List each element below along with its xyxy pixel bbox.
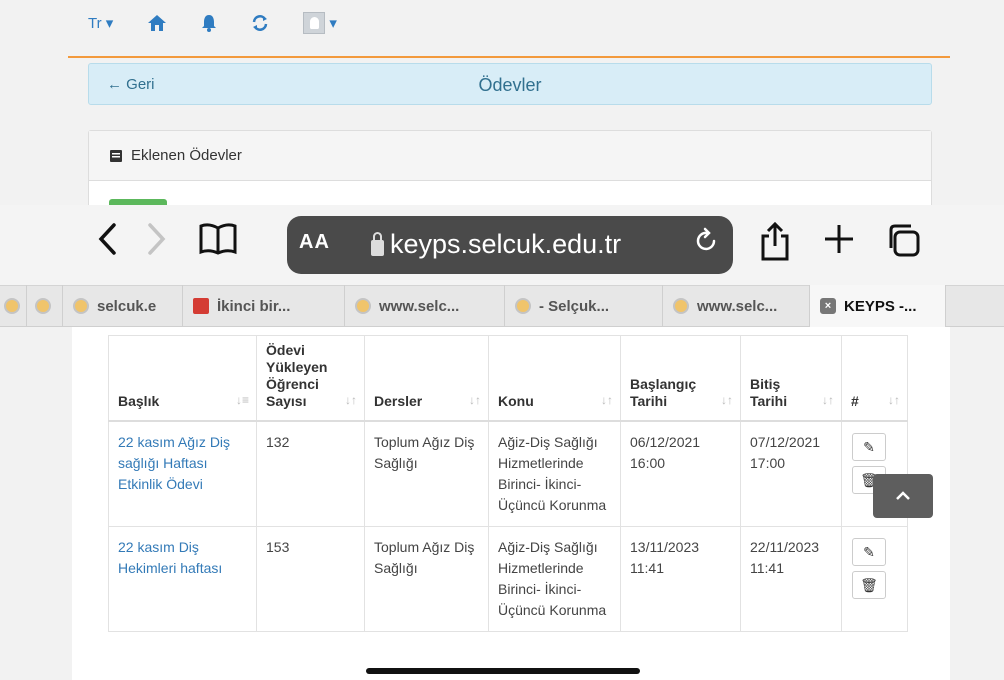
delete-button[interactable]: 🗑 — [852, 571, 886, 599]
row-start-date: 06/12/2021 16:00 — [620, 420, 741, 527]
page-title: Ödevler — [478, 75, 542, 95]
row-title-link[interactable]: 22 kasım Ağız Diş sağlığı Haftası Etkinl… — [108, 420, 257, 527]
col-actions[interactable]: # ↓↑ — [841, 335, 908, 422]
forward-arrow-icon[interactable] — [146, 222, 168, 262]
row-topic: Ağiz-Diş Sağlığı Hizmetlerinde Birinci- … — [488, 420, 621, 527]
home-indicator[interactable] — [366, 668, 640, 674]
avatar — [303, 12, 326, 34]
tab-collapsed[interactable] — [0, 285, 27, 327]
tab-selcuk-2[interactable]: - Selçuk... — [505, 285, 663, 327]
scroll-to-top-button[interactable] — [873, 474, 933, 518]
tabs-overview-icon[interactable] — [885, 222, 921, 264]
globe-icon — [73, 298, 89, 314]
url-text: keyps.selcuk.edu.tr — [371, 229, 621, 260]
row-course: Toplum Ağız Diş Sağlığı — [364, 526, 489, 632]
row-count: 153 — [256, 526, 365, 632]
row-count: 132 — [256, 420, 365, 527]
book-icon — [110, 149, 122, 162]
col-konu[interactable]: Konu ↓↑ — [488, 335, 621, 422]
tab-collapsed-2[interactable] — [27, 285, 63, 327]
globe-icon — [4, 298, 20, 314]
table-row: 22 kasım Ağız Diş sağlığı Haftası Etkinl… — [108, 420, 908, 527]
chevron-down-icon: ▾ — [329, 15, 337, 32]
col-baslangic[interactable]: Başlangıç Tarihi ↓↑ — [620, 335, 741, 422]
globe-icon — [35, 298, 51, 314]
table-row: 22 kasım Diş Hekimleri haftası 153 Toplu… — [108, 526, 908, 632]
globe-icon — [355, 298, 371, 314]
tab-selcuk[interactable]: selcuk.e — [63, 285, 183, 327]
accent-divider — [68, 56, 950, 58]
edit-button[interactable]: ✎ — [852, 433, 886, 461]
reload-icon[interactable] — [695, 227, 719, 260]
row-title-link[interactable]: 22 kasım Diş Hekimleri haftası — [108, 526, 257, 632]
sort-icon: ↓↑ — [822, 393, 834, 407]
globe-icon — [515, 298, 531, 314]
sort-icon: ↓↑ — [345, 393, 357, 407]
lock-icon — [371, 231, 384, 256]
chevron-up-icon — [896, 491, 910, 500]
col-baslik[interactable]: Başlık ↓≡ — [108, 335, 257, 422]
row-course: Toplum Ağız Diş Sağlığı — [364, 420, 489, 527]
web-app-header: Tr ▾ ▾ ← Geri Ödevler Eklenen Ödevler — [0, 0, 1004, 220]
bookmarks-icon[interactable] — [198, 222, 238, 262]
col-dersler[interactable]: Dersler ↓↑ — [364, 335, 489, 422]
page-content: Başlık ↓≡ Ödevi Yükleyen Öğrenci Sayısı ↓↑… — [0, 327, 1004, 680]
refresh-icon[interactable] — [251, 14, 269, 32]
row-topic: Ağiz-Diş Sağlığı Hizmetlerinde Birinci- … — [488, 526, 621, 632]
col-bitis[interactable]: Bitiş Tarihi ↓↑ — [740, 335, 842, 422]
row-end-date: 07/12/2021 17:00 — [740, 420, 842, 527]
browser-tab-bar: selcuk.e İkinci bir... www.selc... - Sel… — [0, 285, 1004, 327]
row-start-date: 13/11/2023 11:41 — [620, 526, 741, 632]
row-end-date: 22/11/2023 11:41 — [740, 526, 842, 632]
edit-icon: ✎ — [863, 543, 875, 560]
pdf-icon — [193, 298, 209, 314]
language-dropdown[interactable]: Tr ▾ — [88, 14, 113, 32]
back-arrow-icon[interactable] — [96, 222, 118, 262]
panel-heading: Eklenen Ödevler — [89, 131, 931, 181]
browser-toolbar: AA keyps.selcuk.edu.tr — [0, 205, 1004, 285]
globe-icon — [673, 298, 689, 314]
tab-www-selc-2[interactable]: www.selc... — [663, 285, 810, 327]
edit-icon: ✎ — [863, 438, 875, 455]
share-icon[interactable] — [759, 221, 791, 268]
close-icon[interactable]: × — [820, 298, 836, 314]
top-navbar: Tr ▾ ▾ — [88, 12, 337, 34]
sort-icon: ↓↑ — [601, 393, 613, 407]
address-bar[interactable]: AA keyps.selcuk.edu.tr — [287, 216, 733, 274]
sort-icon: ↓↑ — [721, 393, 733, 407]
new-tab-icon[interactable] — [822, 222, 856, 262]
sort-icon: ↓↑ — [469, 393, 481, 407]
row-actions: ✎ 🗑 — [841, 526, 908, 632]
sort-active-icon: ↓≡ — [235, 393, 249, 407]
user-menu[interactable]: ▾ — [303, 12, 337, 34]
bell-icon[interactable] — [201, 14, 217, 32]
panel-title: Eklenen Ödevler — [131, 147, 242, 164]
home-icon[interactable] — [147, 14, 167, 32]
page-header: ← Geri Ödevler — [88, 63, 932, 105]
tab-www-selc-1[interactable]: www.selc... — [345, 285, 505, 327]
tab-keyps-active[interactable]: × KEYPS -... — [810, 285, 946, 327]
trash-icon: 🗑 — [860, 576, 878, 593]
tab-ikinci[interactable]: İkinci bir... — [183, 285, 345, 327]
assignments-table: Başlık ↓≡ Ödevi Yükleyen Öğrenci Sayısı ↓↑… — [108, 335, 908, 632]
table-header-row: Başlık ↓≡ Ödevi Yükleyen Öğrenci Sayısı ↓↑… — [108, 335, 908, 422]
sort-icon: ↓↑ — [888, 393, 900, 407]
reader-aa-button[interactable]: AA — [299, 231, 330, 254]
edit-button[interactable]: ✎ — [852, 538, 886, 566]
col-yukleyen[interactable]: Ödevi Yükleyen Öğrenci Sayısı ↓↑ — [256, 335, 365, 422]
